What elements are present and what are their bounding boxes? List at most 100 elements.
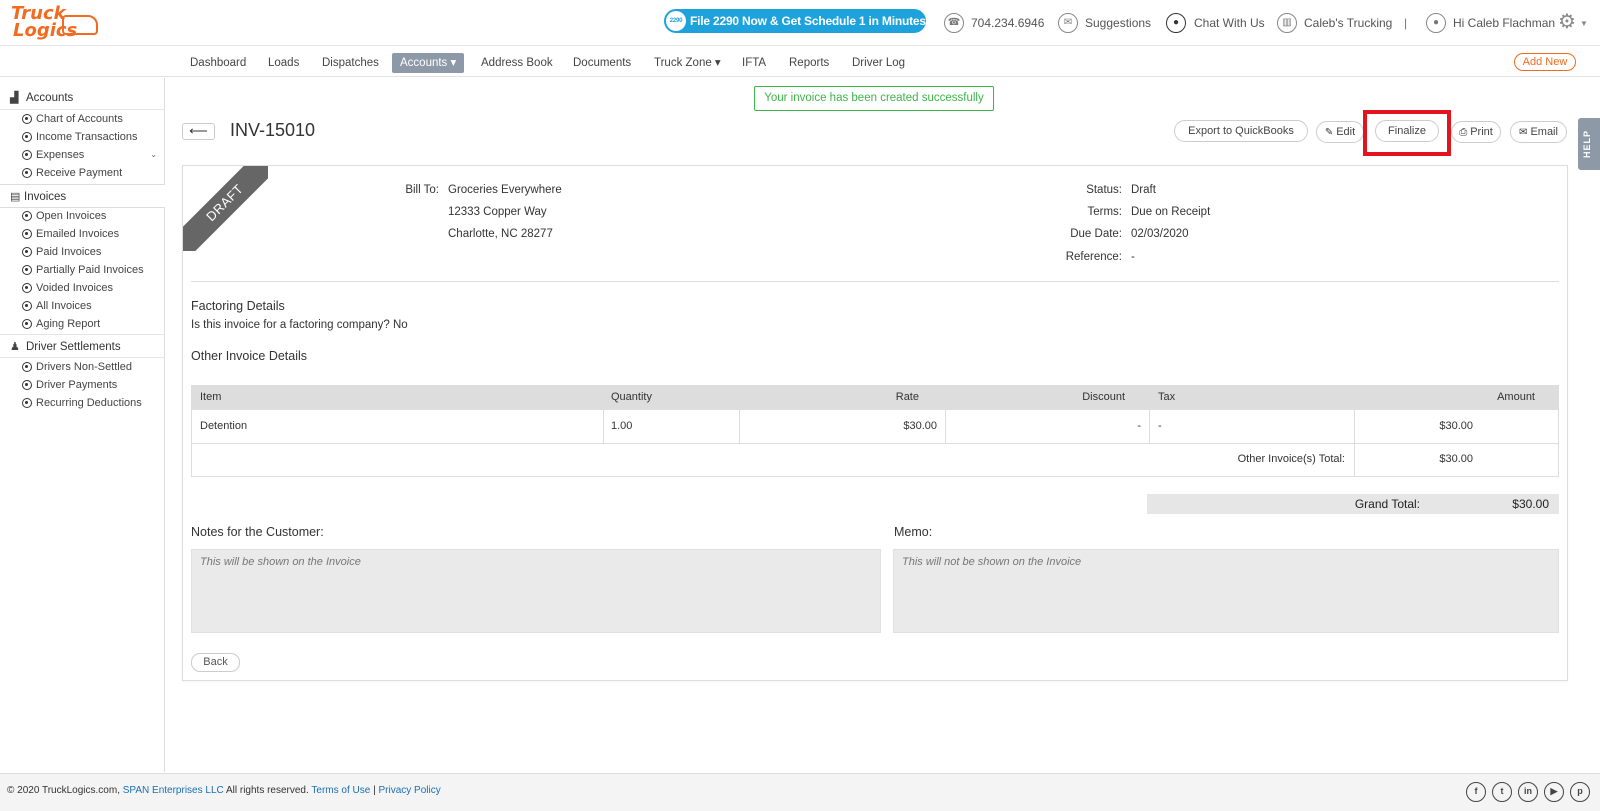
- user-greeting[interactable]: Hi Caleb Flachman: [1453, 13, 1555, 33]
- row-rate: $30.00: [903, 420, 937, 432]
- th-tax: Tax: [1158, 391, 1176, 403]
- nav-ifta[interactable]: IFTA: [742, 54, 766, 72]
- nav-truck-zone[interactable]: Truck Zone ▾: [654, 54, 721, 72]
- nav-dispatches[interactable]: Dispatches: [322, 54, 379, 72]
- sidebar-item-voided-invoices[interactable]: Voided Invoices: [0, 279, 165, 297]
- chevron-down-icon: ⌄: [150, 150, 157, 159]
- circle-dot-icon: [22, 247, 32, 257]
- pencil-icon: ✎: [1324, 127, 1334, 138]
- sidebar: ▟ Accounts Chart of Accounts Income Tran…: [0, 78, 165, 772]
- sidebar-driver-settlements-header[interactable]: ♟ Driver Settlements: [0, 334, 165, 358]
- sidebar-item-receive-payment[interactable]: Receive Payment: [0, 164, 165, 182]
- circle-dot-icon: [22, 398, 32, 408]
- building-icon: ▥: [1277, 13, 1297, 33]
- sidebar-item-partially-paid-invoices[interactable]: Partially Paid Invoices: [0, 261, 165, 279]
- sidebar-item-drivers-non-settled[interactable]: Drivers Non-Settled: [0, 358, 165, 376]
- form-2290-promo-button[interactable]: 2290 File 2290 Now & Get Schedule 1 in M…: [664, 9, 926, 33]
- circle-dot-icon: [22, 301, 32, 311]
- memo-textarea[interactable]: This will not be shown on the Invoice: [893, 549, 1559, 633]
- pinterest-icon[interactable]: p: [1570, 782, 1590, 802]
- bill-to-label: Bill To:: [405, 184, 439, 196]
- sidebar-item-paid-invoices[interactable]: Paid Invoices: [0, 243, 165, 261]
- export-to-quickbooks-button[interactable]: Export to QuickBooks: [1174, 120, 1308, 142]
- invoice-number-title: INV-15010: [230, 120, 316, 140]
- row-item: Detention: [200, 420, 248, 432]
- bill-to-city: Charlotte, NC 28277: [448, 228, 553, 240]
- sidebar-item-expenses[interactable]: Expenses ⌄: [0, 146, 165, 164]
- edit-button[interactable]: ✎ Edit: [1316, 121, 1364, 143]
- sidebar-item-aging-report[interactable]: Aging Report: [0, 315, 165, 333]
- notes-textarea[interactable]: This will be shown on the Invoice: [191, 549, 881, 633]
- circle-dot-icon: [22, 229, 32, 239]
- print-button[interactable]: ⎙ Print: [1451, 121, 1501, 143]
- sidebar-item-recurring-deductions[interactable]: Recurring Deductions: [0, 394, 165, 412]
- th-amount: Amount: [1497, 391, 1535, 403]
- back-arrow-button[interactable]: ⟵: [182, 123, 215, 140]
- chat-bubble-icon: ●: [1166, 13, 1186, 33]
- terms-of-use-link[interactable]: Terms of Use: [311, 785, 370, 796]
- nav-loads[interactable]: Loads: [268, 54, 299, 72]
- document-icon: ▤: [10, 191, 21, 203]
- th-rate: Rate: [895, 391, 919, 403]
- suggestions-link[interactable]: Suggestions: [1085, 13, 1151, 33]
- terms-label: Terms:: [1087, 206, 1123, 218]
- finalize-highlight-box: [1363, 110, 1451, 156]
- status-label: Status:: [1086, 184, 1122, 196]
- nav-dashboard[interactable]: Dashboard: [190, 54, 246, 72]
- circle-dot-icon: [22, 211, 32, 221]
- circle-dot-icon: [22, 168, 32, 178]
- sidebar-invoices-header[interactable]: ▤ Invoices: [0, 184, 165, 208]
- envelope-icon: ✉: [1058, 13, 1078, 33]
- bill-to-street: 12333 Copper Way: [448, 206, 547, 218]
- sidebar-item-emailed-invoices[interactable]: Emailed Invoices: [0, 225, 165, 243]
- circle-dot-icon: [22, 283, 32, 293]
- printer-icon: ⎙: [1459, 127, 1468, 138]
- row-tax: -: [1158, 420, 1162, 432]
- privacy-policy-link[interactable]: Privacy Policy: [378, 785, 440, 796]
- facebook-icon[interactable]: f: [1466, 782, 1486, 802]
- email-button[interactable]: ✉ Email: [1510, 121, 1567, 143]
- topbar-separator: |: [1404, 16, 1408, 30]
- add-new-button[interactable]: Add New: [1514, 53, 1576, 71]
- sidebar-item-all-invoices[interactable]: All Invoices: [0, 297, 165, 315]
- sidebar-item-income-transactions[interactable]: Income Transactions: [0, 128, 165, 146]
- notes-label: Notes for the Customer:: [191, 525, 324, 539]
- settings-gear-icon[interactable]: ⚙: [1558, 11, 1576, 33]
- phone-number[interactable]: 704.234.6946: [971, 13, 1044, 33]
- row-discount: -: [1137, 420, 1141, 432]
- nav-address-book[interactable]: Address Book: [481, 54, 553, 72]
- back-button[interactable]: Back: [191, 653, 240, 672]
- nav-reports[interactable]: Reports: [789, 54, 829, 72]
- subtotal-value: $30.00: [1439, 453, 1473, 465]
- reference-value: -: [1131, 251, 1135, 263]
- memo-label: Memo:: [894, 525, 933, 539]
- sidebar-item-open-invoices[interactable]: Open Invoices: [0, 207, 165, 225]
- sidebar-accounts-header[interactable]: ▟ Accounts: [0, 86, 165, 110]
- sidebar-item-chart-of-accounts[interactable]: Chart of Accounts: [0, 110, 165, 128]
- help-tab[interactable]: HELP: [1578, 118, 1600, 170]
- top-bar: Truck Logics 2290 File 2290 Now & Get Sc…: [0, 0, 1600, 46]
- draft-ribbon: DRAFT: [183, 166, 268, 251]
- linkedin-icon[interactable]: in: [1518, 782, 1538, 802]
- sidebar-item-driver-payments[interactable]: Driver Payments: [0, 376, 165, 394]
- divider: [191, 281, 1559, 282]
- nav-accounts[interactable]: Accounts ▾: [392, 53, 465, 73]
- company-name[interactable]: Caleb's Trucking: [1304, 13, 1392, 33]
- terms-value: Due on Receipt: [1131, 206, 1211, 218]
- trucklogics-logo[interactable]: Truck Logics: [10, 5, 98, 43]
- nav-documents[interactable]: Documents: [573, 54, 631, 72]
- span-enterprises-link[interactable]: SPAN Enterprises LLC: [123, 785, 224, 796]
- chat-with-us-link[interactable]: Chat With Us: [1194, 13, 1265, 33]
- bar-chart-icon: ▟: [10, 92, 19, 104]
- circle-dot-icon: [22, 114, 32, 124]
- nav-driver-log[interactable]: Driver Log: [852, 54, 905, 72]
- youtube-icon[interactable]: ▶: [1544, 782, 1564, 802]
- circle-dot-icon: [22, 319, 32, 329]
- grand-total-bar: Grand Total: $30.00: [1147, 494, 1559, 514]
- user-avatar-icon: ●: [1426, 13, 1446, 33]
- phone-icon: ☎: [944, 13, 964, 33]
- main-nav: Dashboard Loads Dispatches Accounts ▾ Ad…: [0, 47, 1600, 77]
- twitter-icon[interactable]: t: [1492, 782, 1512, 802]
- circle-dot-icon: [22, 132, 32, 142]
- arrow-left-icon: ⟵: [189, 123, 208, 138]
